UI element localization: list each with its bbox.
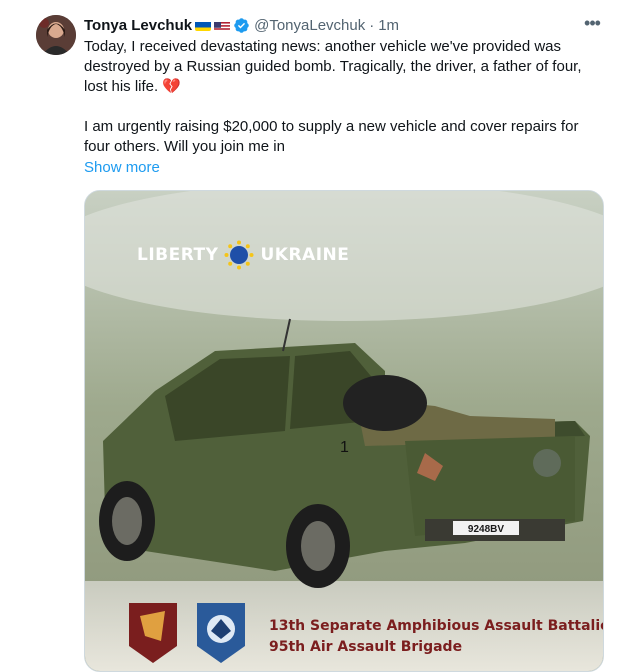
image-marker: 1 [340, 439, 349, 456]
caption-line-1: 13th Separate Amphibious Assault Battali… [269, 618, 604, 634]
sun-icon [224, 240, 254, 270]
author-handle[interactable]: @TonyaLevchuk [254, 17, 365, 34]
tweet-paragraph-1: Today, I received devastating news: anot… [84, 38, 582, 95]
timestamp[interactable]: 1m [378, 17, 399, 34]
separator-dot: · [369, 16, 375, 34]
avatar[interactable] [36, 15, 76, 55]
author-name[interactable]: Tonya Levchuk [84, 17, 192, 34]
tweet-paragraph-2: I am urgently raising $20,000 to supply … [84, 118, 579, 155]
verified-badge-icon[interactable] [233, 17, 250, 34]
brand-left-text: LIBERTY [137, 245, 219, 265]
tweet-text: Today, I received devastating news: anot… [84, 37, 604, 157]
us-flag-icon [214, 20, 231, 31]
tweet-header: Tonya Levchuk @TonyaLevchuk · 1m [84, 14, 399, 36]
caption-line-2: 95th Air Assault Brigade [269, 639, 463, 655]
brand-logo: LIBERTY UKRAINE [137, 240, 349, 270]
ukraine-flag-icon [195, 20, 212, 31]
broken-heart-emoji: 💔 [162, 78, 182, 95]
image-caption: 13th Separate Amphibious Assault Battali… [269, 616, 604, 658]
ellipsis-icon[interactable]: ••• [582, 14, 602, 36]
tweet[interactable]: Tonya Levchuk @TonyaLevchuk · 1m ••• Tod… [0, 0, 618, 672]
show-more-link[interactable]: Show more [84, 158, 160, 178]
brand-right-text: UKRAINE [260, 245, 350, 265]
tweet-media-image[interactable]: 9248BV LIBERTY UKRAINE 1 13th Separate A… [84, 190, 604, 672]
license-plate: 9248BV [468, 524, 504, 535]
